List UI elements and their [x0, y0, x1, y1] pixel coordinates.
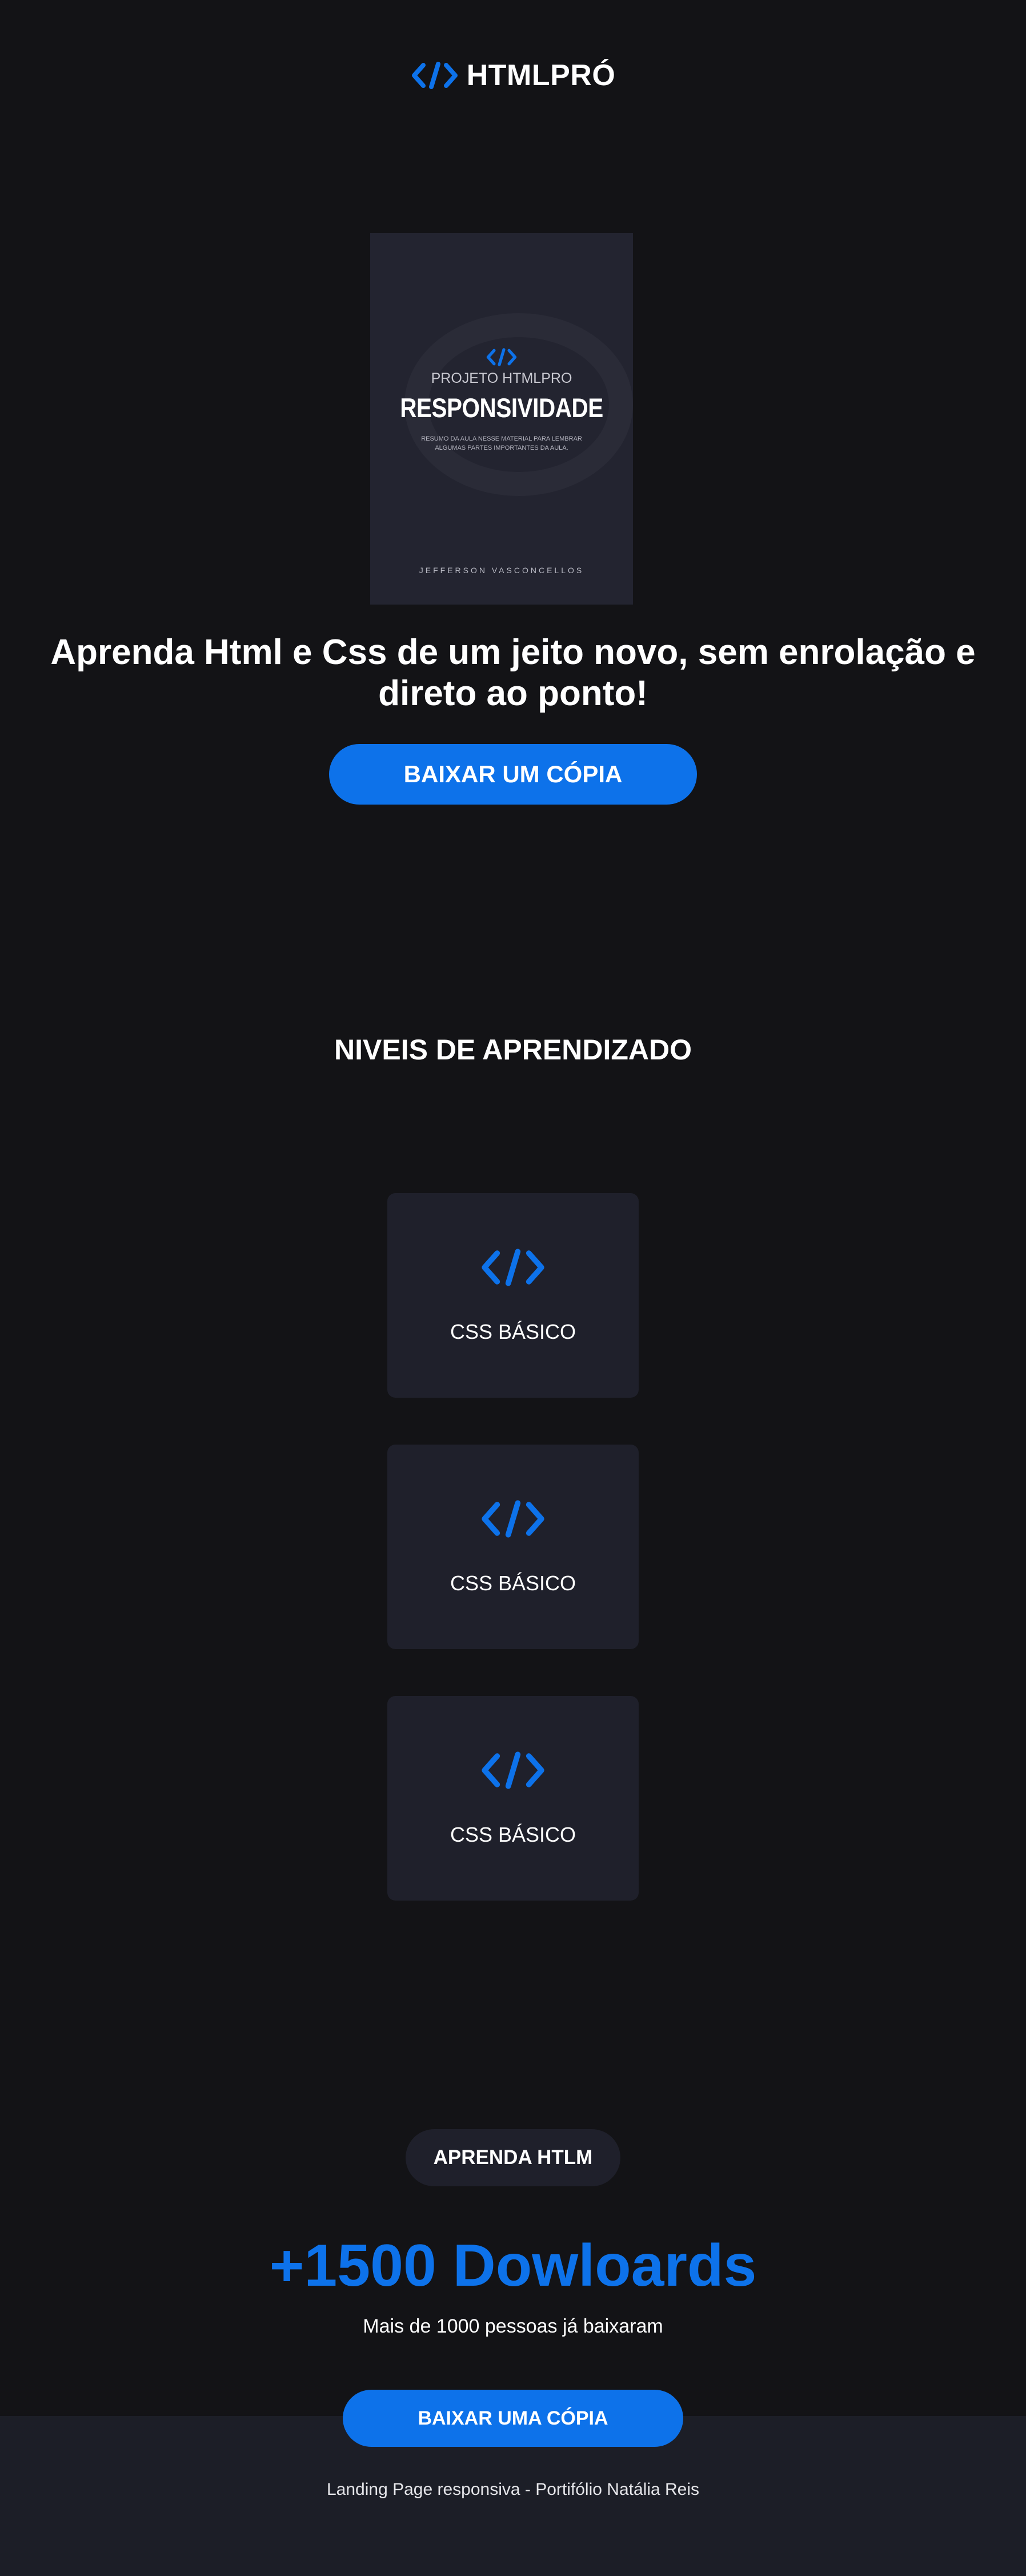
book-description: RESUMO DA AULA NESSE MATERIAL PARA LEMBR…	[421, 435, 582, 451]
level-card: CSS BÁSICO	[387, 1445, 639, 1649]
level-card: CSS BÁSICO	[387, 1696, 639, 1901]
level-card-label: CSS BÁSICO	[450, 1320, 576, 1343]
site-logo[interactable]: HTMLPRÓ	[0, 58, 1026, 93]
hero-title: Aprenda Html e Css de um jeito novo, sem…	[50, 633, 976, 713]
logo-text: HTMLPRÓ	[466, 59, 616, 92]
levels-section-title: NIVEIS DE APRENDIZADO	[334, 1034, 692, 1066]
footer-credit: Landing Page responsiva - Portifólio Nat…	[326, 2480, 700, 2499]
level-card-label: CSS BÁSICO	[450, 1823, 576, 1846]
download-copy-button-footer[interactable]: BAIXAR UMA CÓPIA	[343, 2390, 683, 2447]
level-card-label: CSS BÁSICO	[450, 1571, 576, 1595]
code-icon	[479, 1498, 547, 1542]
book-pre-title: PROJETO HTMLPRO	[431, 370, 572, 386]
book-cover-image: PROJETO HTMLPRO RESPONSIVIDADE RESUMO DA…	[370, 233, 633, 605]
downloads-subtitle: Mais de 1000 pessoas já baixaram	[363, 2315, 663, 2337]
downloads-count: +1500 Dowloards	[269, 2233, 757, 2299]
book-title: RESPONSIVIDADE	[400, 393, 603, 423]
code-icon	[479, 1750, 547, 1794]
book-author: JEFFERSON VASCONCELLOS	[419, 566, 584, 575]
download-copy-button[interactable]: BAIXAR UM CÓPIA	[329, 744, 697, 805]
level-card: CSS BÁSICO	[387, 1193, 639, 1398]
code-icon	[486, 347, 518, 370]
code-icon	[411, 61, 459, 90]
learn-html-badge: APRENDA HTLM	[406, 2129, 620, 2186]
code-icon	[479, 1247, 547, 1291]
